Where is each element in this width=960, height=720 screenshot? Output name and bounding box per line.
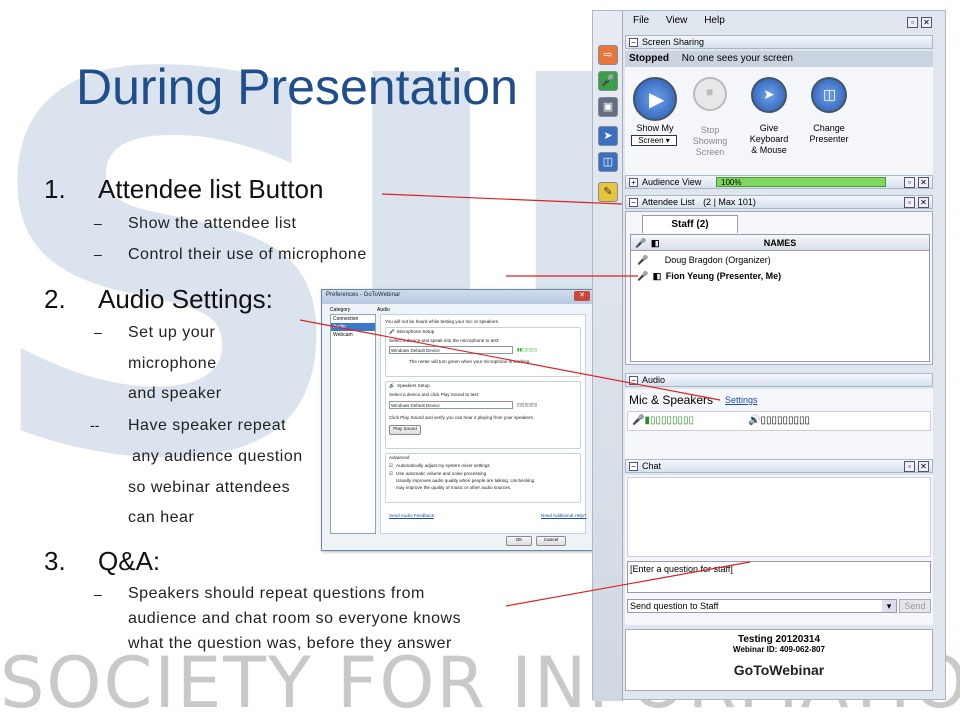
arrow-settings (299, 319, 721, 401)
arrow-attendee (381, 193, 623, 205)
slide: SID SOCIETY FOR INFORMATION DISPLAY Duri… (0, 0, 960, 720)
arrow-question (505, 561, 751, 607)
annotation-arrows (299, 193, 751, 607)
